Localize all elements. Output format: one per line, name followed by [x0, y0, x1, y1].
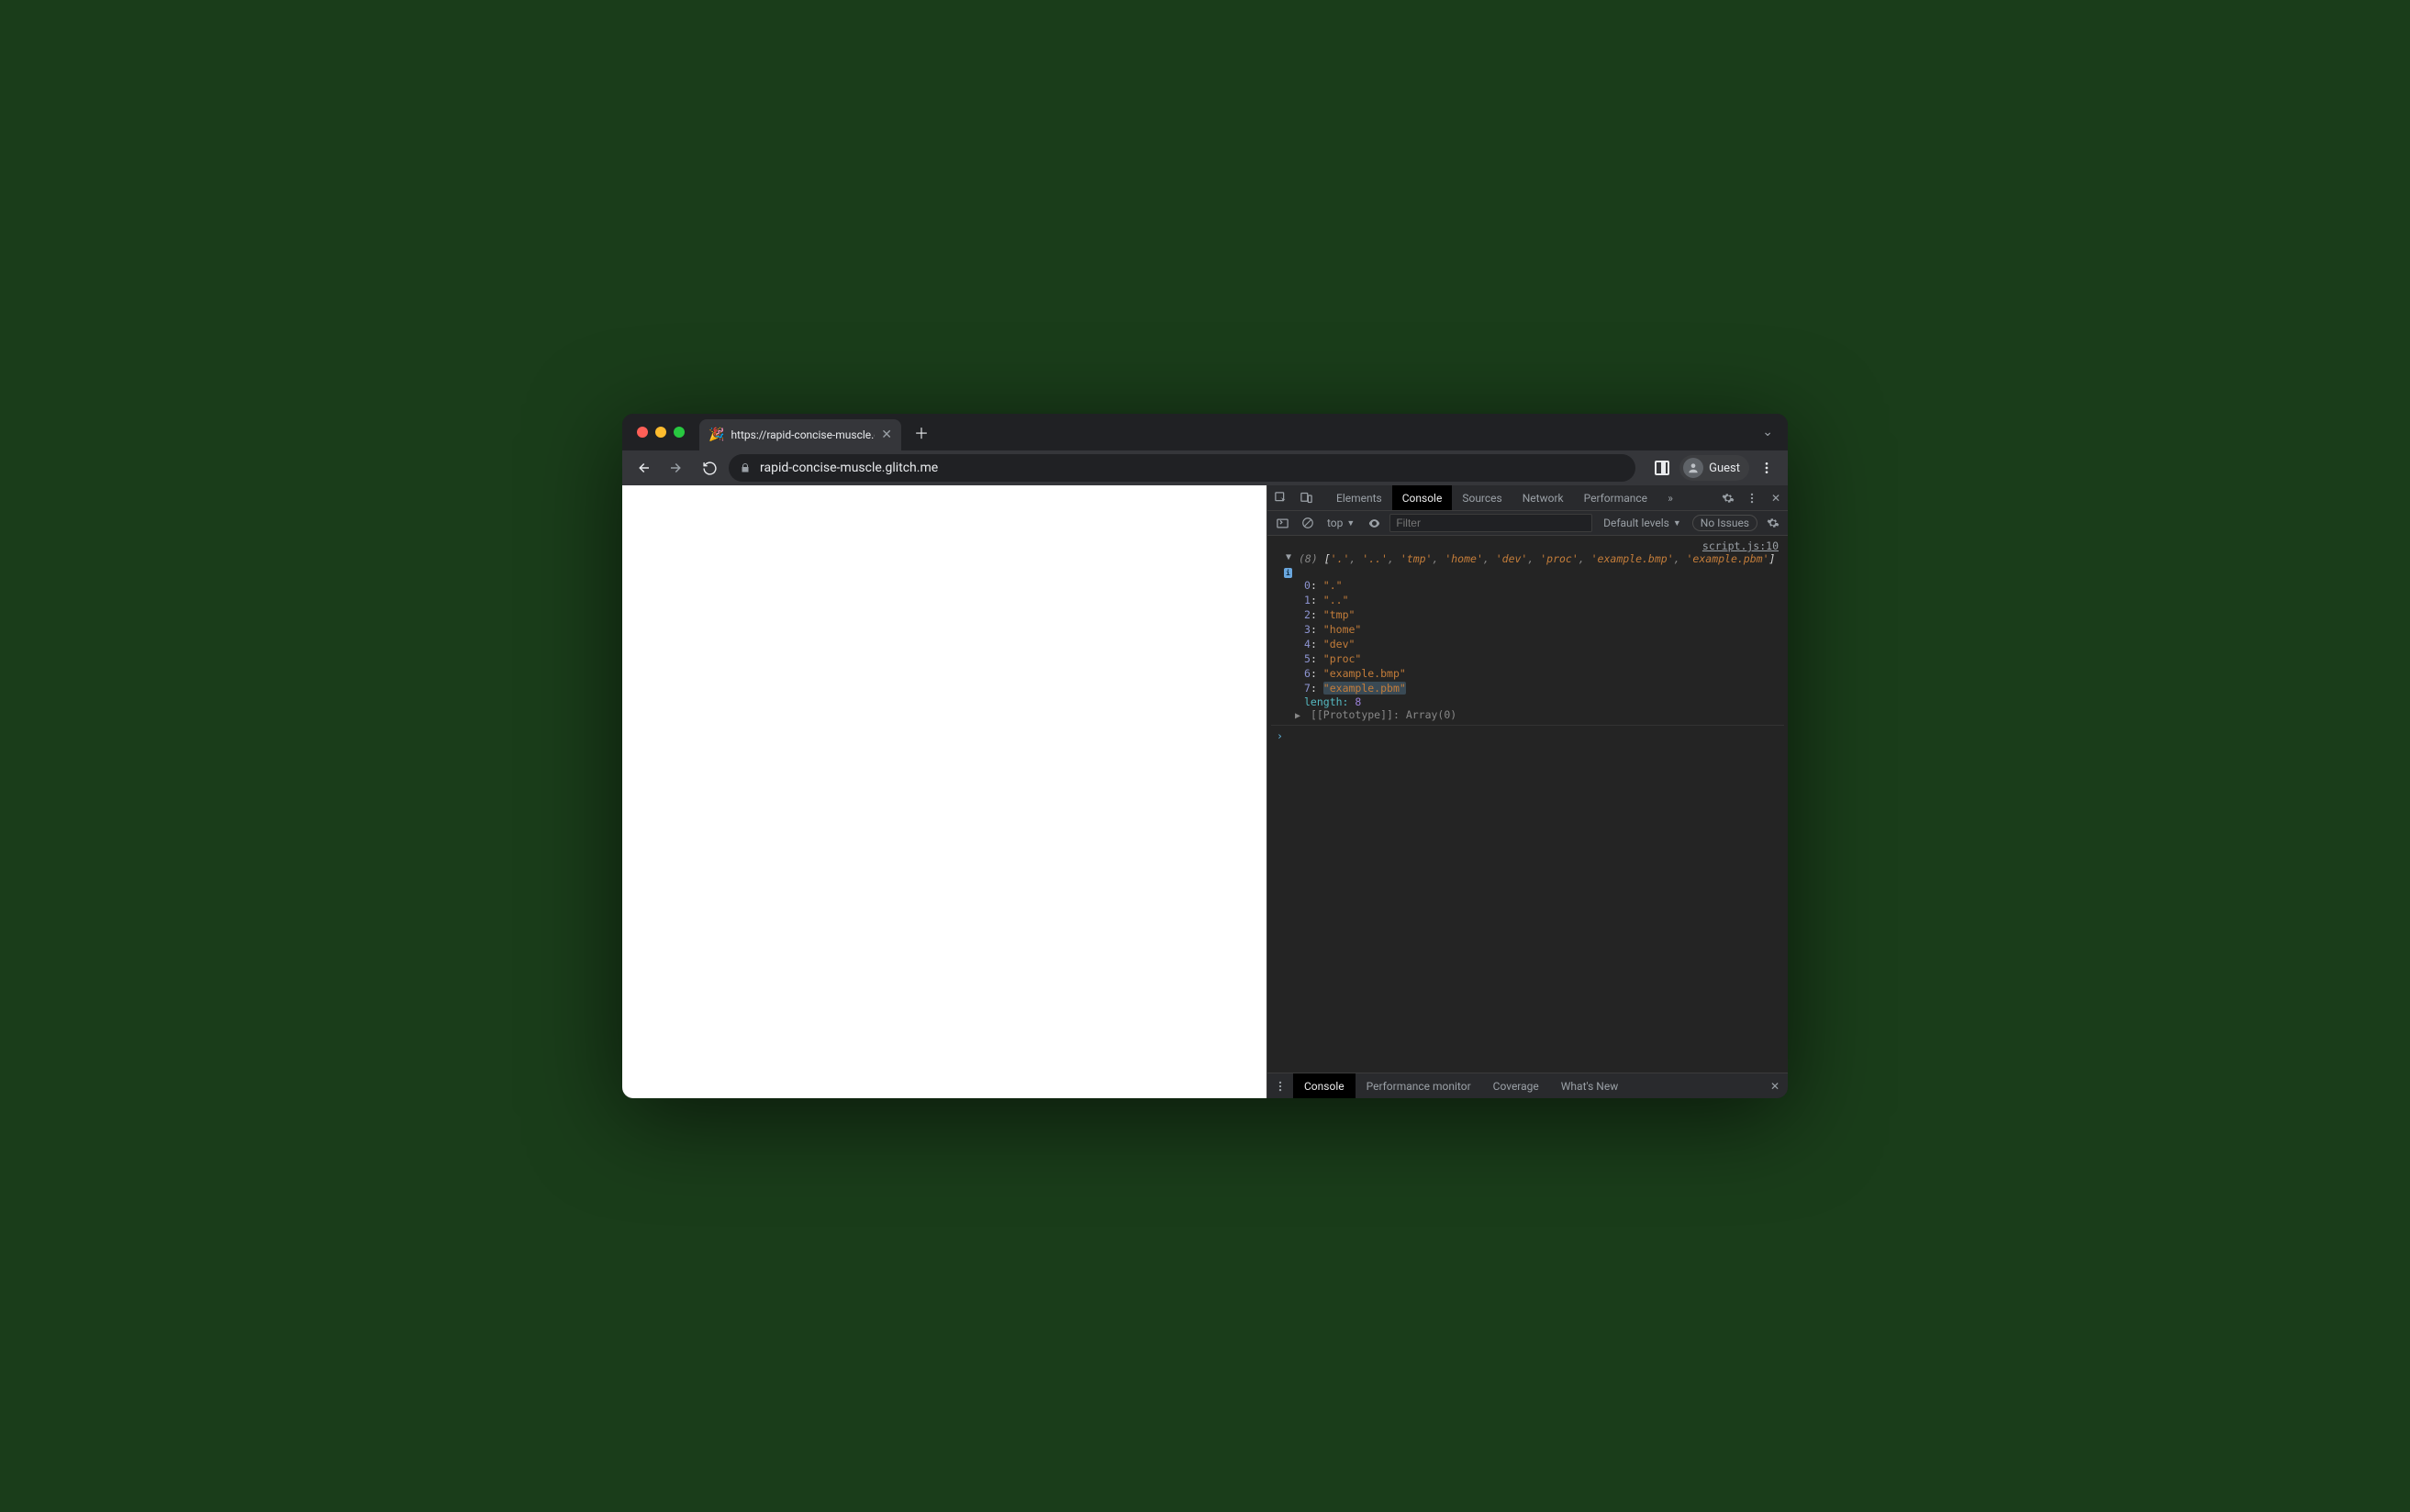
url-text: rapid-concise-muscle.glitch.me — [760, 461, 938, 475]
tabs-dropdown-icon[interactable]: ⌄ — [1762, 425, 1773, 439]
array-index: 6 — [1304, 667, 1311, 680]
devtools-panel: Elements Console Sources Network Perform… — [1266, 485, 1788, 1098]
array-index: 4 — [1304, 638, 1311, 650]
array-item[interactable]: 3: "home" — [1304, 622, 1784, 637]
browser-window: 🎉 https://rapid-concise-muscle.g ✕ ＋ ⌄ r… — [622, 414, 1788, 1098]
array-index: 7 — [1304, 682, 1311, 695]
devtools-menu-icon[interactable] — [1740, 492, 1764, 505]
page-viewport[interactable] — [622, 485, 1266, 1098]
array-value: "dev" — [1323, 638, 1356, 650]
devtools-dock-icon[interactable] — [1648, 454, 1676, 482]
console-prompt[interactable]: › — [1271, 725, 1784, 742]
inspect-element-icon[interactable] — [1267, 485, 1293, 510]
forward-button[interactable] — [663, 454, 690, 482]
close-window-button[interactable] — [637, 427, 648, 438]
expand-toggle-icon[interactable] — [1286, 552, 1295, 562]
drawer-tab-performance-monitor[interactable]: Performance monitor — [1356, 1073, 1482, 1098]
back-button[interactable] — [630, 454, 657, 482]
array-item[interactable]: 5: "proc" — [1304, 651, 1784, 666]
address-bar[interactable]: rapid-concise-muscle.glitch.me — [729, 454, 1635, 482]
tab-network[interactable]: Network — [1512, 485, 1574, 510]
clear-console-icon[interactable] — [1298, 513, 1318, 533]
maximize-window-button[interactable] — [674, 427, 685, 438]
array-index: 5 — [1304, 652, 1311, 665]
array-item[interactable]: 4: "dev" — [1304, 637, 1784, 651]
window-controls — [637, 427, 685, 438]
array-value: "home" — [1323, 623, 1362, 636]
prototype-row[interactable]: [[Prototype]]: Array(0) — [1271, 708, 1784, 721]
drawer-tab-whats-new[interactable]: What's New — [1550, 1073, 1629, 1098]
minimize-window-button[interactable] — [655, 427, 666, 438]
tab-title: https://rapid-concise-muscle.g — [731, 428, 875, 441]
array-items: 0: "."1: ".."2: "tmp"3: "home"4: "dev"5:… — [1271, 578, 1784, 695]
browser-tab-bar: 🎉 https://rapid-concise-muscle.g ✕ ＋ ⌄ — [622, 414, 1788, 450]
length-value: 8 — [1355, 695, 1361, 708]
array-index: 2 — [1304, 608, 1311, 621]
array-index: 1 — [1304, 594, 1311, 606]
array-value: "example.bmp" — [1323, 667, 1406, 680]
devtools-drawer: Console Performance monitor Coverage Wha… — [1267, 1073, 1788, 1098]
array-item[interactable]: 7: "example.pbm" — [1304, 681, 1784, 695]
log-levels-selector[interactable]: Default levels ▼ — [1598, 517, 1687, 529]
array-value: "." — [1323, 579, 1343, 592]
array-item[interactable]: 1: ".." — [1304, 593, 1784, 607]
drawer-menu-icon[interactable] — [1267, 1073, 1293, 1098]
browser-toolbar: rapid-concise-muscle.glitch.me Guest — [622, 450, 1788, 485]
tab-elements[interactable]: Elements — [1326, 485, 1392, 510]
array-length-row: length: 8 — [1271, 695, 1784, 708]
tab-favicon: 🎉 — [708, 428, 724, 442]
array-item[interactable]: 6: "example.bmp" — [1304, 666, 1784, 681]
source-link[interactable]: script.js:10 — [1271, 538, 1784, 552]
length-key: length — [1304, 695, 1343, 708]
tab-close-icon[interactable]: ✕ — [881, 428, 892, 442]
browser-tab[interactable]: 🎉 https://rapid-concise-muscle.g ✕ — [699, 419, 901, 450]
avatar-icon — [1683, 458, 1703, 478]
devtools-close-icon[interactable]: ✕ — [1764, 492, 1788, 505]
new-tab-button[interactable]: ＋ — [909, 419, 934, 445]
devtools-tab-bar: Elements Console Sources Network Perform… — [1267, 485, 1788, 511]
console-toolbar: top ▼ Default levels ▼ No Issues — [1267, 511, 1788, 536]
reload-button[interactable] — [696, 454, 723, 482]
dropdown-triangle-icon: ▼ — [1673, 518, 1681, 528]
log-entry[interactable]: (8) ['.', '..', 'tmp', 'home', 'dev', 'p… — [1271, 552, 1784, 565]
array-summary: (8) ['.', '..', 'tmp', 'home', 'dev', 'p… — [1299, 552, 1775, 565]
browser-menu-button[interactable] — [1753, 454, 1780, 482]
tab-performance[interactable]: Performance — [1574, 485, 1657, 510]
console-filter-input[interactable] — [1389, 514, 1592, 532]
settings-icon[interactable] — [1716, 492, 1740, 505]
context-selector[interactable]: top ▼ — [1323, 517, 1358, 529]
array-value: "tmp" — [1323, 608, 1356, 621]
array-value: "proc" — [1323, 652, 1362, 665]
lock-icon — [740, 462, 751, 473]
console-settings-icon[interactable] — [1763, 513, 1783, 533]
profile-label: Guest — [1709, 461, 1740, 475]
tab-sources[interactable]: Sources — [1452, 485, 1512, 510]
content-area: Elements Console Sources Network Perform… — [622, 485, 1788, 1098]
array-index: 3 — [1304, 623, 1311, 636]
array-value: ".." — [1323, 594, 1349, 606]
array-value: "example.pbm" — [1323, 682, 1406, 695]
array-item[interactable]: 2: "tmp" — [1304, 607, 1784, 622]
context-label: top — [1327, 517, 1343, 529]
info-badge-icon: i — [1284, 568, 1292, 578]
console-output[interactable]: script.js:10 (8) ['.', '..', 'tmp', 'hom… — [1267, 536, 1788, 1073]
drawer-tab-coverage[interactable]: Coverage — [1482, 1073, 1550, 1098]
profile-chip[interactable]: Guest — [1679, 455, 1749, 481]
tab-console[interactable]: Console — [1392, 485, 1453, 510]
issues-button[interactable]: No Issues — [1692, 515, 1757, 531]
array-index: 0 — [1304, 579, 1311, 592]
drawer-close-icon[interactable]: ✕ — [1762, 1073, 1788, 1098]
prototype-value: Array(0) — [1406, 708, 1456, 721]
live-expression-icon[interactable] — [1364, 513, 1384, 533]
device-toolbar-icon[interactable] — [1293, 485, 1319, 510]
levels-label: Default levels — [1603, 517, 1669, 529]
drawer-tab-console[interactable]: Console — [1293, 1073, 1356, 1098]
prototype-key: [[Prototype]] — [1311, 708, 1393, 721]
dropdown-triangle-icon: ▼ — [1346, 518, 1355, 528]
expand-toggle-icon[interactable] — [1295, 711, 1304, 721]
toggle-sidebar-icon[interactable] — [1272, 513, 1292, 533]
more-tabs-icon[interactable]: » — [1657, 485, 1683, 510]
array-item[interactable]: 0: "." — [1304, 578, 1784, 593]
